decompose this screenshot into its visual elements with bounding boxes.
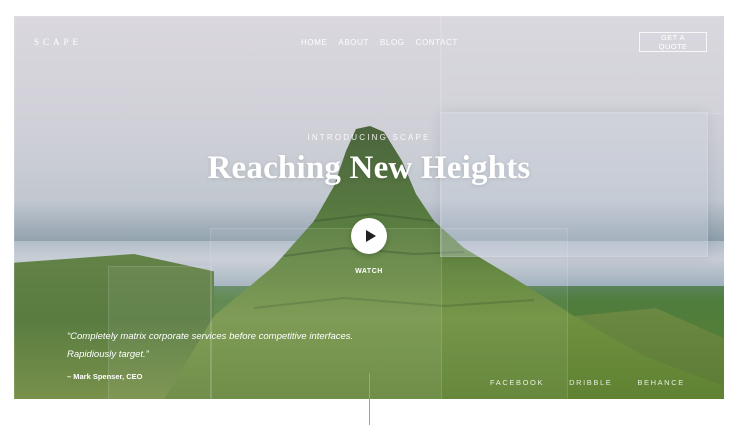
social-link-behance[interactable]: BEHANCE (637, 378, 684, 387)
hero-background: SCAPE HOME ABOUT BLOG CONTACT GET A QUOT… (14, 16, 724, 399)
testimonial-quote: “Completely matrix corporate services be… (67, 331, 354, 360)
glass-panel (440, 16, 724, 114)
social-link-dribble[interactable]: DRIBBLE (569, 378, 612, 387)
hero-eyebrow: INTRODUCING SCAPE (307, 133, 431, 142)
testimonial-author: – Mark Spenser, CEO (67, 372, 143, 381)
play-button[interactable] (351, 218, 387, 254)
glass-panel (210, 228, 568, 399)
site-logo[interactable]: SCAPE (34, 37, 82, 47)
scroll-indicator-line (369, 373, 370, 425)
nav-item-home[interactable]: HOME (301, 38, 327, 47)
nav-item-blog[interactable]: BLOG (380, 38, 405, 47)
nav-item-about[interactable]: ABOUT (338, 38, 369, 47)
main-nav: HOME ABOUT BLOG CONTACT (301, 38, 458, 47)
nav-item-contact[interactable]: CONTACT (416, 38, 458, 47)
watch-label[interactable]: WATCH (339, 268, 399, 275)
hero-headline: Reaching New Heights (207, 150, 531, 186)
get-a-quote-button[interactable]: GET A QUOTE (639, 32, 707, 52)
play-icon (365, 230, 376, 242)
social-links: FACEBOOK DRIBBLE BEHANCE (490, 378, 685, 387)
social-link-facebook[interactable]: FACEBOOK (490, 378, 544, 387)
